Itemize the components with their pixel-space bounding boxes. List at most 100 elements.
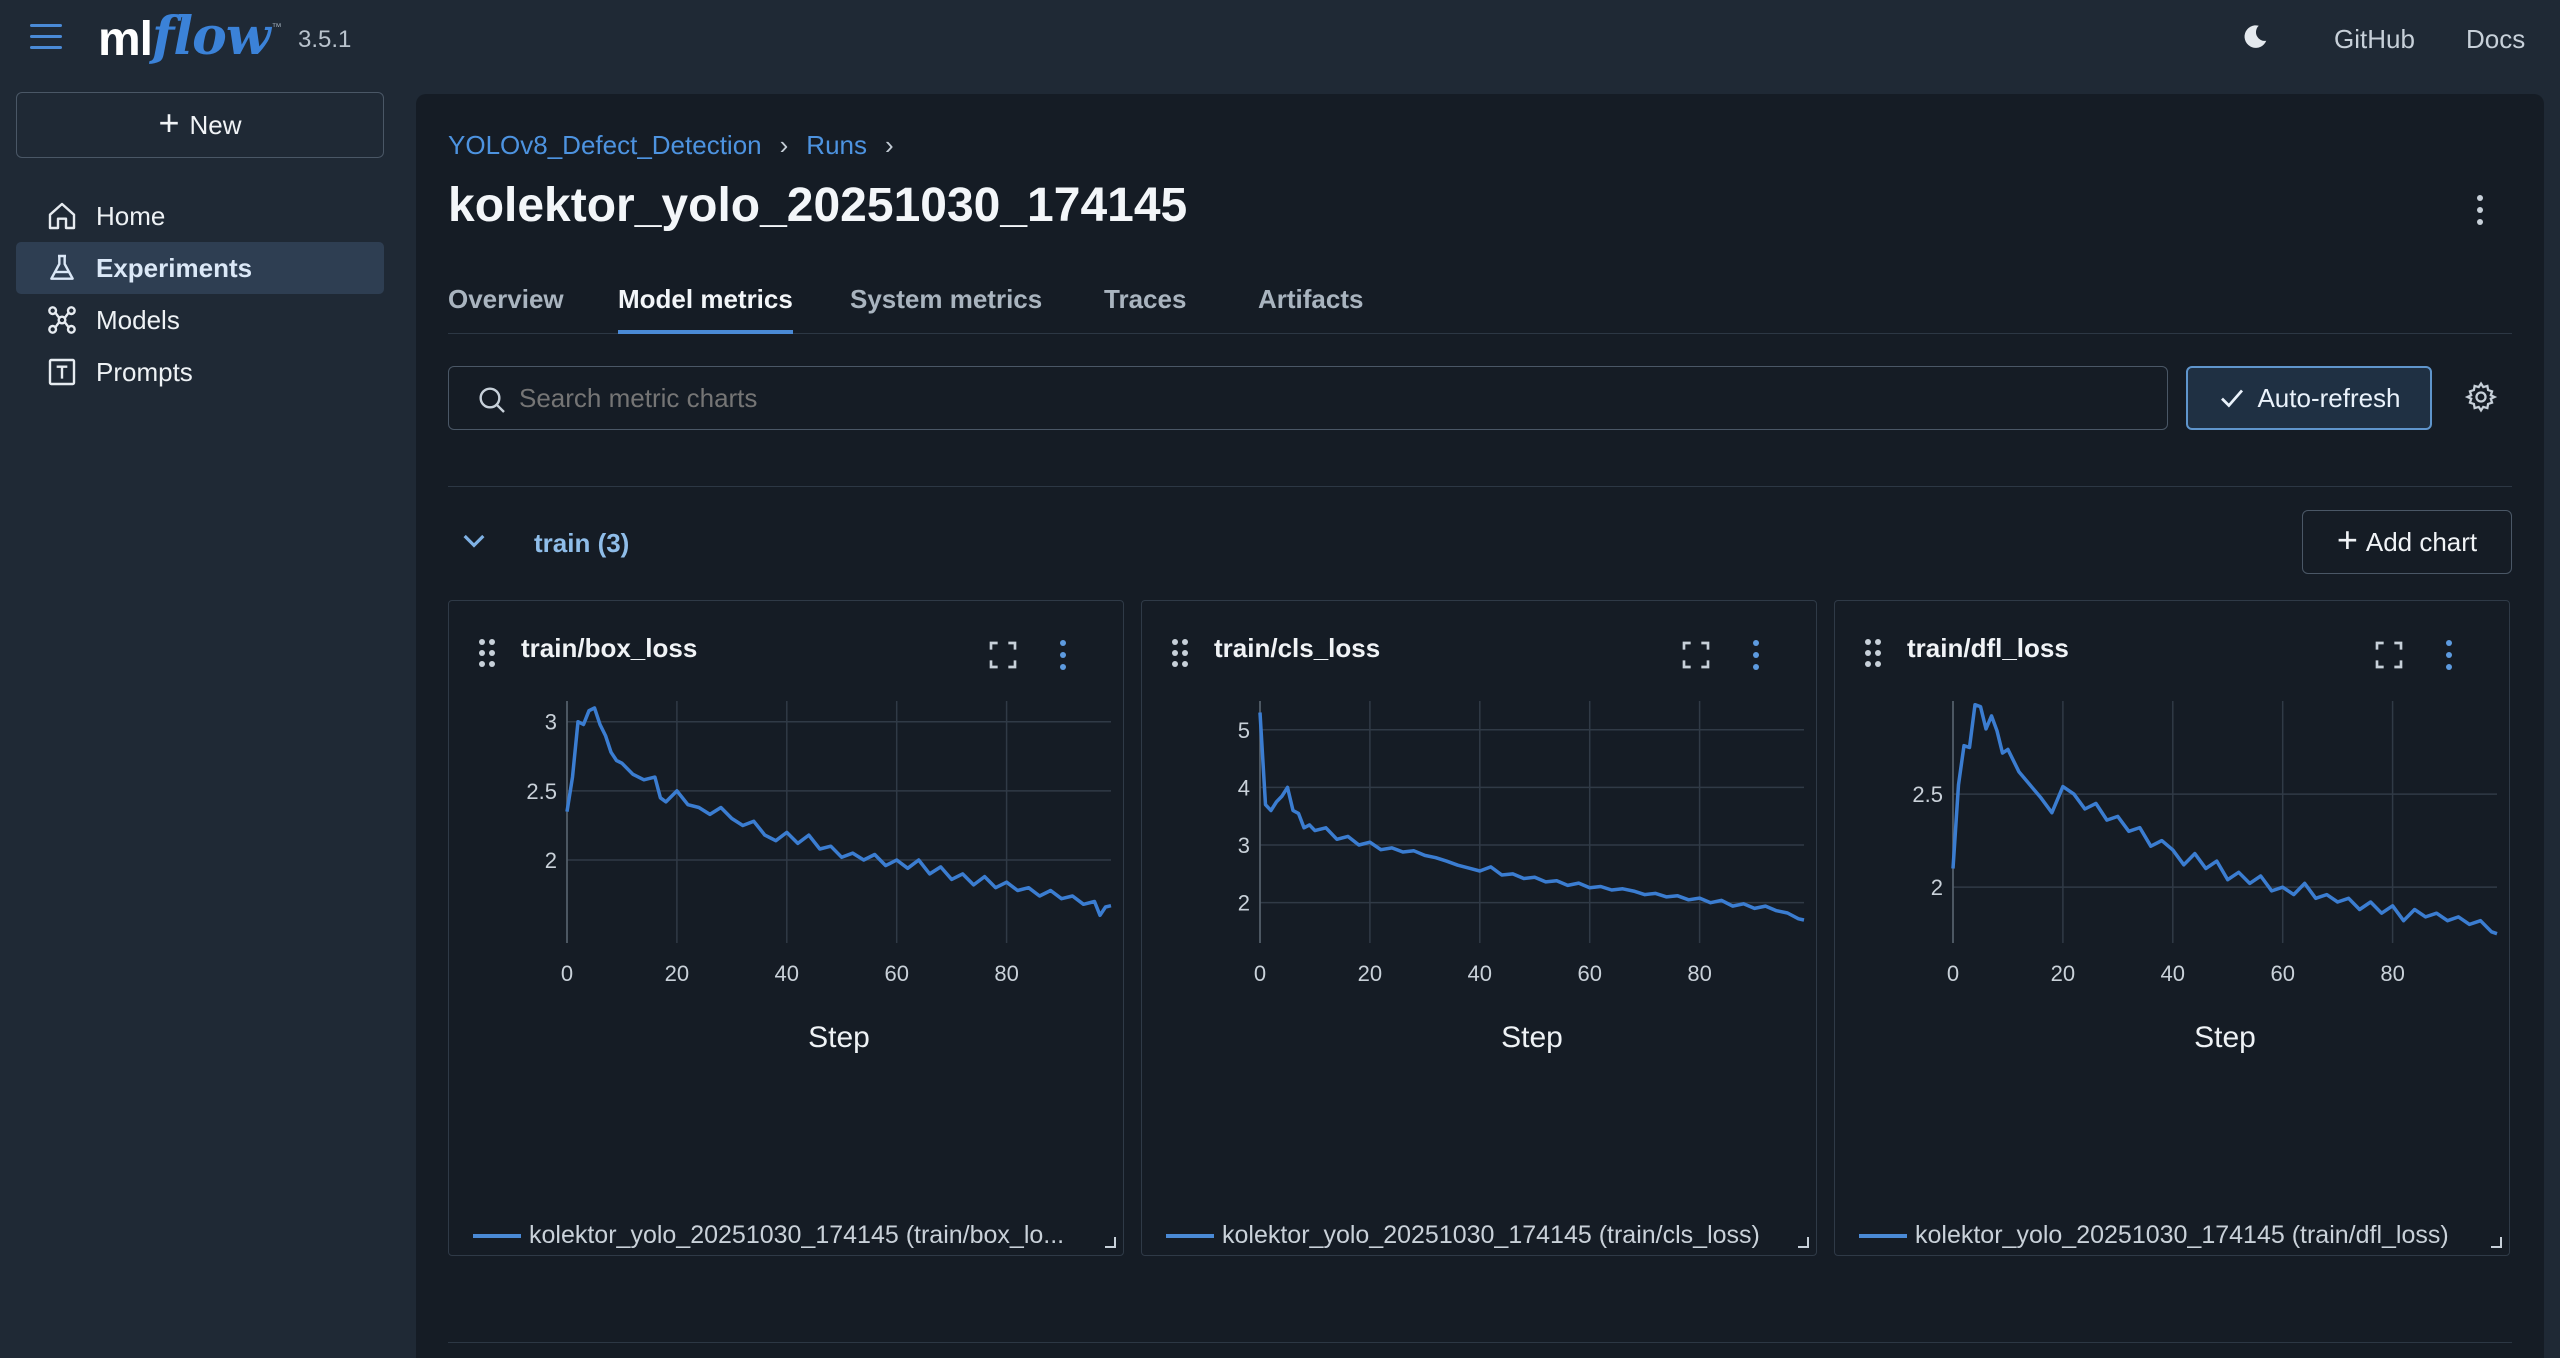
- tab-system-metrics[interactable]: System metrics: [850, 284, 1042, 334]
- chart-card-cls-loss: train/cls_loss 0 20 40 60 80 2 3 4 5 Step kolekto…: [1141, 600, 1817, 1256]
- sidebar-item-experiments[interactable]: Experiments: [16, 242, 384, 294]
- mlflow-logo[interactable]: ml flow ™: [98, 4, 282, 74]
- sidebar-item-models[interactable]: Models: [16, 294, 384, 346]
- home-icon: [48, 202, 76, 230]
- page-title: kolektor_yolo_20251030_174145: [448, 179, 1188, 232]
- x-axis-label: Step: [2194, 1021, 2256, 1054]
- chevron-right-icon: ›: [885, 130, 894, 160]
- section-title-train[interactable]: train (3): [534, 528, 629, 559]
- search-icon: [479, 387, 505, 413]
- y-tick-label: 3: [545, 710, 557, 735]
- line-chart[interactable]: 0 20 40 60 80 2 2.5 3 Step: [449, 681, 1125, 1181]
- tab-traces[interactable]: Traces: [1104, 284, 1186, 334]
- sidebar-item-home[interactable]: Home: [16, 190, 384, 242]
- legend-swatch: [473, 1233, 521, 1238]
- x-tick-label: 40: [1468, 961, 1492, 986]
- tab-bar: Overview Model metrics System metrics Tr…: [448, 284, 2512, 334]
- gear-icon[interactable]: [2464, 380, 2498, 414]
- version-label: 3.5.1: [298, 26, 352, 53]
- drag-handle-icon[interactable]: [1863, 637, 1883, 669]
- expand-icon[interactable]: [987, 639, 1019, 671]
- legend-label: kolektor_yolo_20251030_174145 (train/cls…: [1222, 1221, 1760, 1249]
- more-options-icon[interactable]: [2441, 637, 2457, 673]
- resize-handle-icon[interactable]: [1796, 1235, 1810, 1249]
- chevron-down-icon[interactable]: [458, 524, 490, 556]
- chart-legend[interactable]: kolektor_yolo_20251030_174145 (train/cls…: [1166, 1221, 1760, 1250]
- legend-label: kolektor_yolo_20251030_174145 (train/dfl…: [1915, 1221, 2449, 1249]
- plus-icon: +: [158, 102, 180, 143]
- expand-icon[interactable]: [1680, 639, 1712, 671]
- x-tick-label: 40: [2161, 961, 2185, 986]
- chart-title: train/box_loss: [521, 633, 698, 663]
- x-tick-label: 20: [1358, 961, 1382, 986]
- x-tick-label: 80: [2380, 961, 2404, 986]
- breadcrumb-experiment[interactable]: YOLOv8_Defect_Detection: [448, 130, 762, 161]
- chart-legend[interactable]: kolektor_yolo_20251030_174145 (train/box…: [473, 1221, 1064, 1250]
- y-tick-label: 2: [1931, 875, 1943, 900]
- line-chart[interactable]: 0 20 40 60 80 2 2.5 Step: [1835, 681, 2511, 1181]
- github-link[interactable]: GitHub: [2334, 24, 2415, 55]
- breadcrumb-runs[interactable]: Runs: [806, 130, 867, 161]
- add-chart-button[interactable]: + Add chart: [2302, 510, 2512, 574]
- x-tick-label: 0: [1947, 961, 1959, 986]
- sidebar-item-label: Prompts: [96, 356, 193, 387]
- x-tick-label: 60: [2270, 961, 2294, 986]
- logo-flow-text: flow: [152, 6, 271, 67]
- x-tick-label: 60: [1577, 961, 1601, 986]
- new-button[interactable]: + New: [16, 92, 384, 158]
- breadcrumb: YOLOv8_Defect_Detection › Runs ›: [448, 130, 894, 161]
- section-divider: [448, 486, 2512, 487]
- search-metric-charts-input[interactable]: [448, 366, 2168, 430]
- auto-refresh-button[interactable]: Auto-refresh: [2186, 366, 2432, 430]
- logo-trademark: ™: [271, 22, 282, 33]
- expand-icon[interactable]: [2373, 639, 2405, 671]
- add-chart-label: Add chart: [2365, 526, 2478, 557]
- resize-handle-icon[interactable]: [2489, 1235, 2503, 1249]
- x-axis-label: Step: [1501, 1021, 1563, 1054]
- new-button-label: New: [189, 109, 242, 140]
- logo-ml-text: ml: [98, 13, 153, 66]
- chevron-right-icon: ›: [779, 130, 789, 160]
- models-icon: [48, 306, 76, 334]
- chart-legend[interactable]: kolektor_yolo_20251030_174145 (train/dfl…: [1859, 1221, 2449, 1250]
- drag-handle-icon[interactable]: [1170, 637, 1190, 669]
- flask-icon: [50, 254, 74, 280]
- x-tick-label: 0: [561, 961, 573, 986]
- sidebar-item-label: Models: [96, 304, 180, 335]
- sidebar-item-label: Home: [96, 200, 166, 231]
- chart-title: train/cls_loss: [1214, 633, 1381, 663]
- prompt-icon: [48, 358, 76, 386]
- line-chart[interactable]: 0 20 40 60 80 2 3 4 5 Step: [1142, 681, 1818, 1181]
- menu-icon[interactable]: [30, 24, 62, 50]
- tab-artifacts[interactable]: Artifacts: [1258, 284, 1363, 334]
- y-tick-label: 2: [545, 848, 557, 873]
- y-tick-label: 2: [1238, 891, 1250, 916]
- auto-refresh-label: Auto-refresh: [2257, 382, 2401, 413]
- drag-handle-icon[interactable]: [477, 637, 497, 669]
- series-line: [1951, 702, 2498, 936]
- moon-icon[interactable]: [2240, 22, 2270, 52]
- legend-label: kolektor_yolo_20251030_174145 (train/box…: [529, 1221, 1065, 1249]
- check-icon: [2221, 389, 2244, 408]
- y-tick-label: 5: [1238, 718, 1250, 743]
- x-tick-label: 20: [665, 961, 689, 986]
- legend-swatch: [1166, 1233, 1214, 1238]
- more-options-icon[interactable]: [1748, 637, 1764, 673]
- main-panel: YOLOv8_Defect_Detection › Runs › kolekto…: [416, 94, 2544, 1358]
- more-options-icon[interactable]: [1055, 637, 1071, 673]
- tab-overview[interactable]: Overview: [448, 284, 564, 334]
- sidebar-item-prompts[interactable]: Prompts: [16, 346, 384, 398]
- more-options-icon[interactable]: [2468, 190, 2492, 230]
- x-tick-label: 60: [884, 961, 908, 986]
- x-tick-label: 20: [2051, 961, 2075, 986]
- x-tick-label: 80: [994, 961, 1018, 986]
- docs-link[interactable]: Docs: [2466, 24, 2525, 55]
- x-tick-label: 0: [1254, 961, 1266, 986]
- chart-card-dfl-loss: train/dfl_loss 0 20 40 60 80 2 2.5 Step kolekto…: [1834, 600, 2510, 1256]
- series-line: [1258, 712, 1805, 922]
- y-tick-label: 4: [1238, 775, 1250, 800]
- x-tick-label: 80: [1687, 961, 1711, 986]
- resize-handle-icon[interactable]: [1103, 1235, 1117, 1249]
- tab-model-metrics[interactable]: Model metrics: [618, 284, 793, 334]
- y-tick-label: 3: [1238, 833, 1250, 858]
